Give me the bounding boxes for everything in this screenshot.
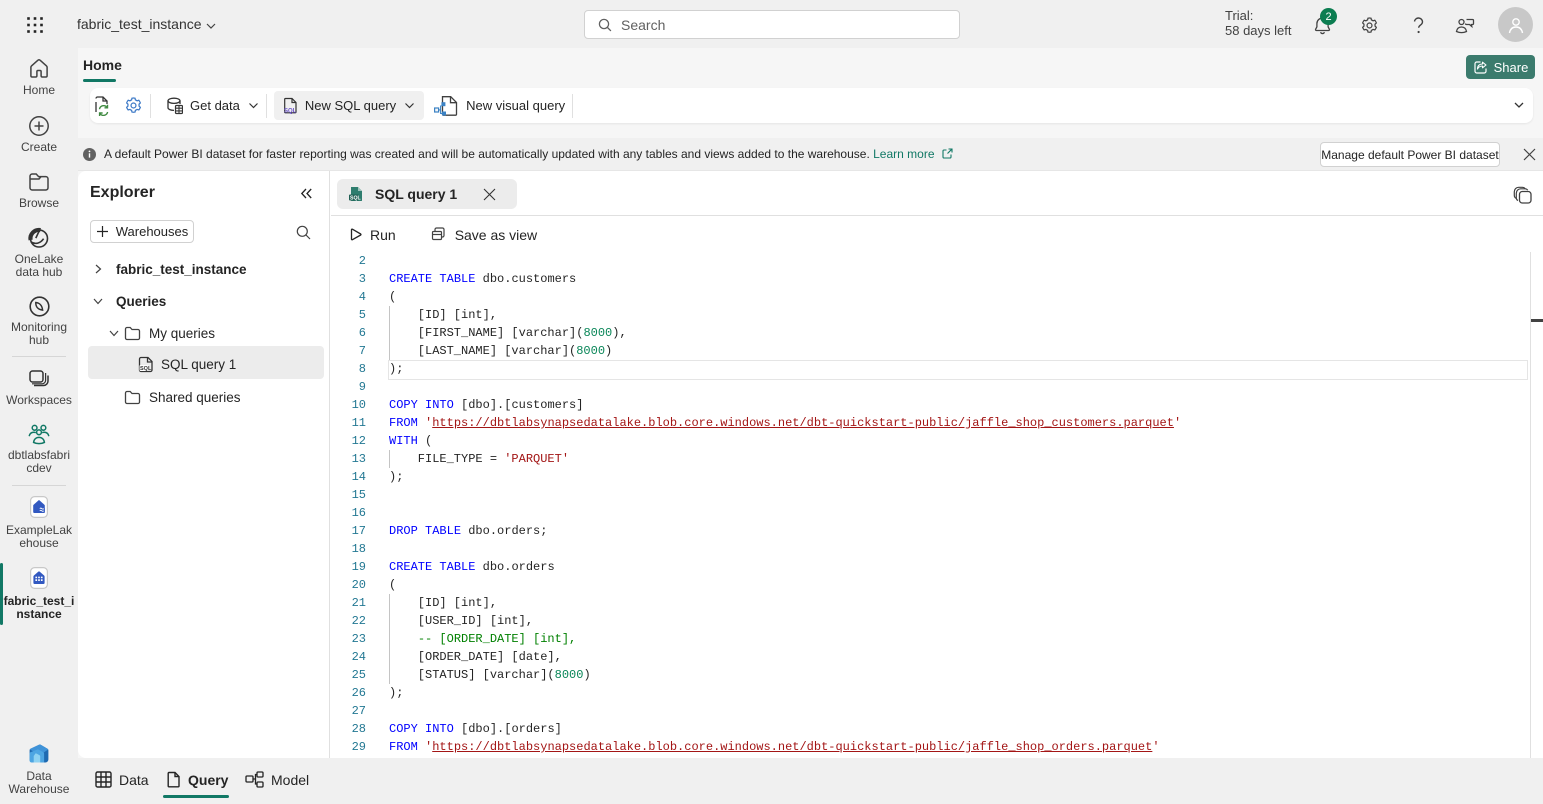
svg-text:SQL: SQL (350, 195, 361, 201)
svg-text:SQL: SQL (284, 109, 297, 115)
svg-text:SQL: SQL (140, 366, 152, 372)
